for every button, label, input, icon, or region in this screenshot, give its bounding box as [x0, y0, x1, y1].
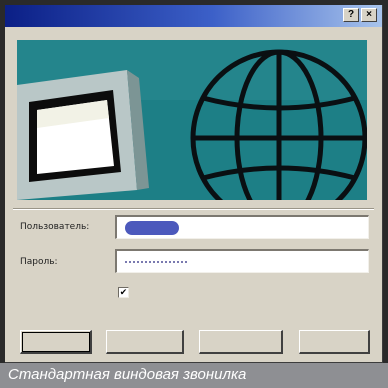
- dial-up-dialog: ? × Пользователь: Пароль: ✔: [5, 5, 383, 363]
- banner-graphic: [17, 40, 367, 200]
- close-icon: ×: [366, 9, 372, 20]
- close-title-button[interactable]: ×: [361, 8, 377, 22]
- password-label: Пароль:: [20, 257, 58, 267]
- question-icon: ?: [347, 9, 355, 20]
- username-redaction: [125, 221, 179, 235]
- save-password-checkbox[interactable]: ✔: [118, 287, 129, 298]
- section-divider: [13, 208, 374, 210]
- dial-button[interactable]: [20, 330, 92, 354]
- image-caption: Стандартная виндовая звонилка: [8, 366, 247, 383]
- username-label: Пользователь:: [20, 222, 90, 232]
- help-title-button[interactable]: ?: [343, 8, 359, 22]
- connection-banner-image: [17, 40, 367, 200]
- password-mask: [125, 261, 187, 263]
- help-button[interactable]: [299, 330, 370, 354]
- title-bar[interactable]: ? ×: [5, 5, 382, 27]
- monitor-icon: [17, 70, 149, 200]
- username-field[interactable]: [115, 215, 369, 239]
- password-field[interactable]: [115, 249, 369, 273]
- check-mark-icon: ✔: [119, 287, 128, 297]
- cancel-button[interactable]: [106, 330, 184, 354]
- caption-bar: Стандартная виндовая звонилка: [0, 363, 388, 388]
- properties-button[interactable]: [199, 330, 283, 354]
